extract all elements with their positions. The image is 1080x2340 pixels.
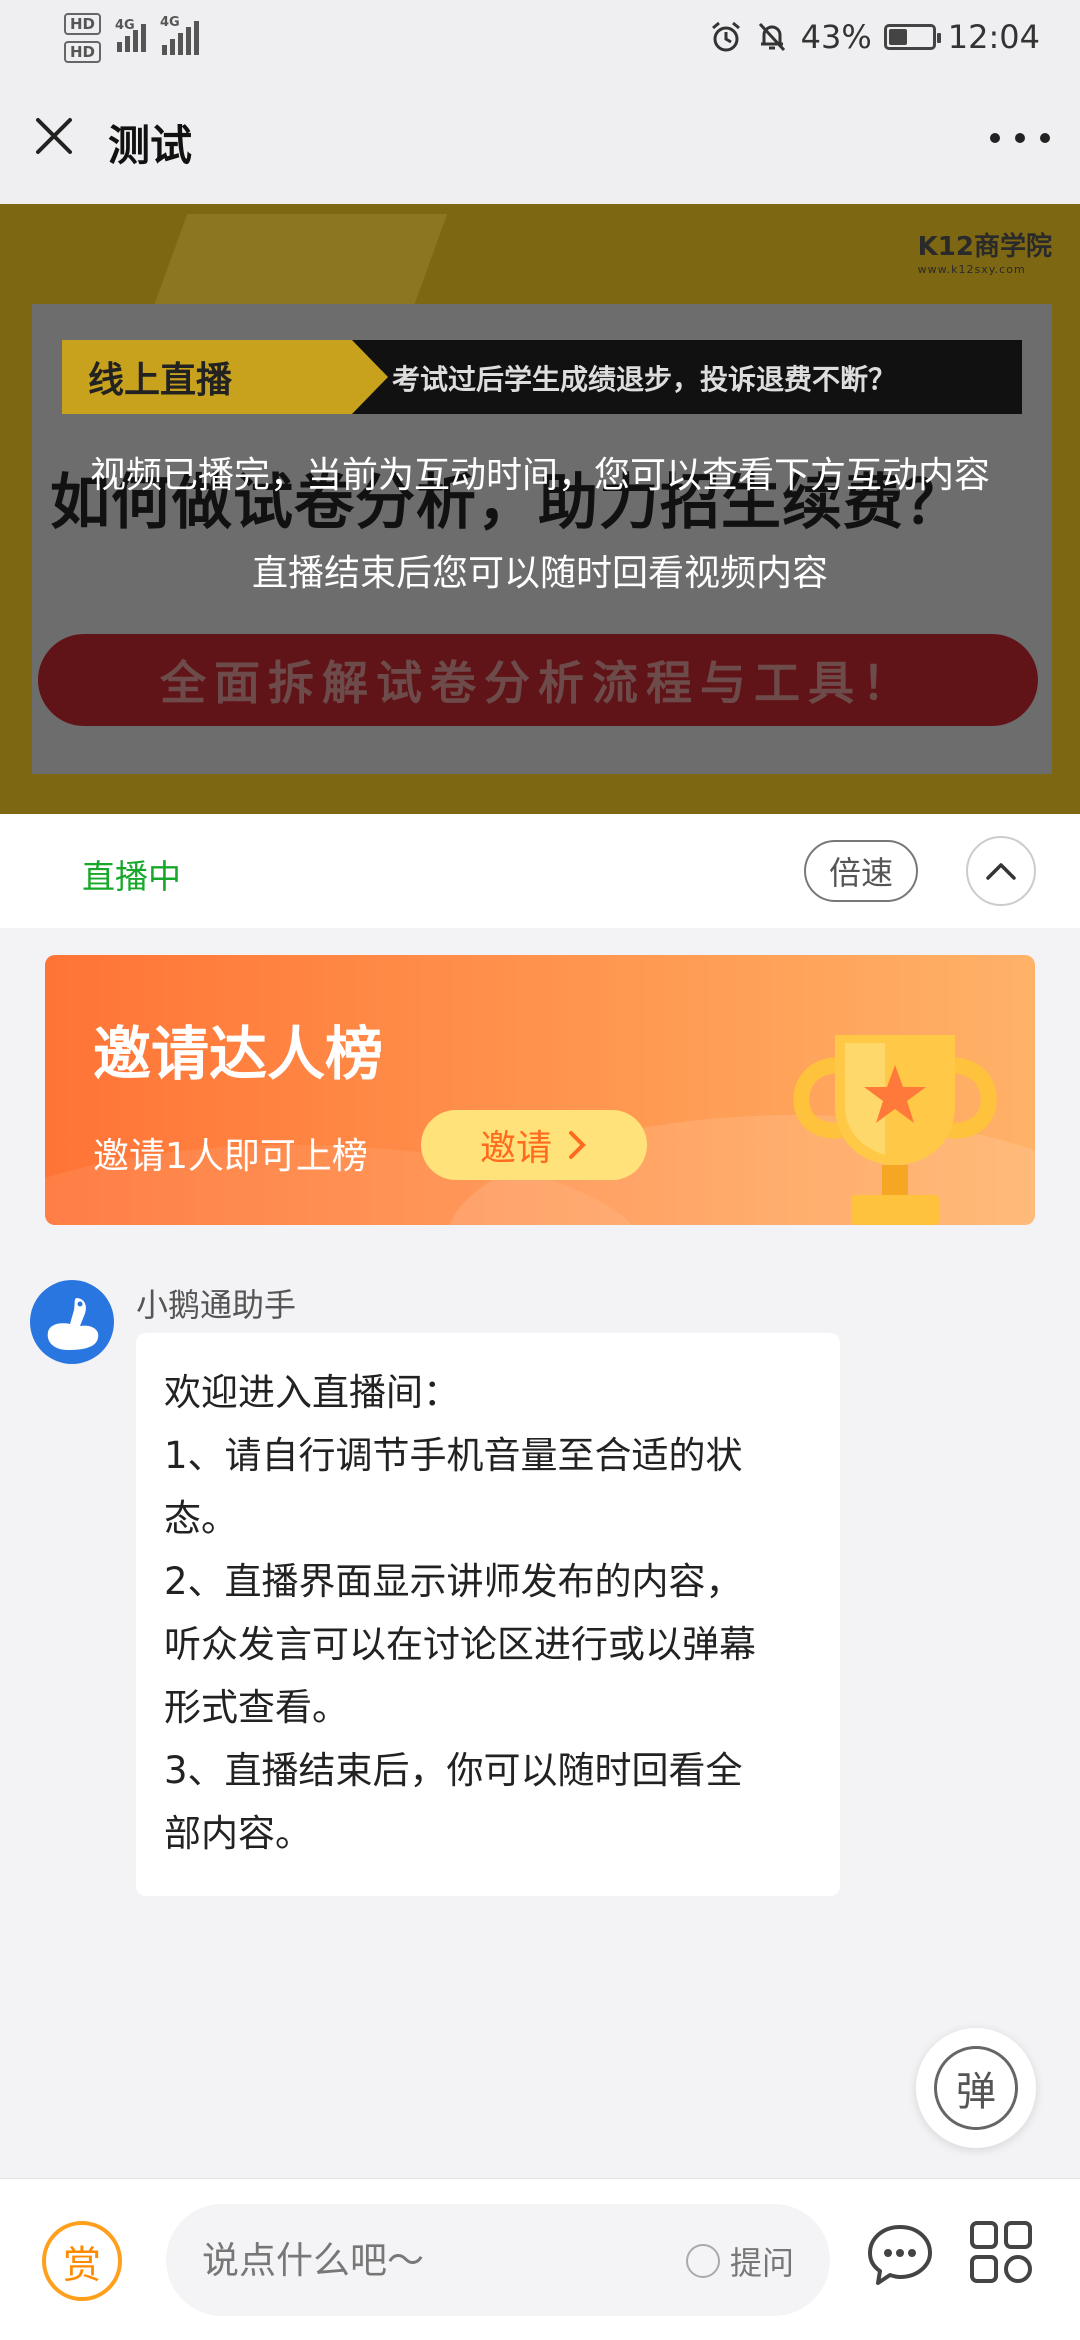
message-line: 听众发言可以在讨论区进行或以弹幕 — [164, 1623, 756, 1666]
status-bar: HD HD 4G 4G 43% 12:04 — [0, 0, 1080, 72]
chat-input-container[interactable]: 提问 — [166, 2204, 830, 2316]
video-ended-message: 视频已播完，当前为互动时间，您可以查看下方互动内容 — [89, 455, 990, 496]
brand-url: www.k12sxy.com — [917, 263, 1026, 276]
avatar[interactable] — [30, 1280, 114, 1364]
invite-button-label: 邀请 — [479, 1128, 552, 1169]
poster-tag: 线上直播 — [62, 340, 388, 414]
alarm-icon — [711, 21, 740, 52]
invite-title: 邀请达人榜 — [93, 1020, 384, 1088]
hd-badge-2: HD — [64, 41, 102, 63]
video-player[interactable]: K12商学院 www.k12sxy.com 线上直播 考试过后学生成绩退步，投诉… — [0, 204, 1080, 814]
speed-button[interactable]: 倍速 — [804, 840, 918, 902]
hd-indicators: HD HD — [64, 13, 102, 63]
chat-input[interactable] — [202, 2232, 622, 2288]
bottom-bar: 赏 提问 — [0, 2178, 1080, 2340]
message-line: 2、直播界面显示讲师发布的内容， — [164, 1560, 743, 1603]
poster-pill: 全面拆解试卷分析流程与工具！ — [38, 634, 1038, 726]
network-type-2: 4G — [160, 15, 180, 30]
hd-badge-1: HD — [64, 13, 102, 35]
status-left: HD HD 4G 4G — [64, 10, 200, 66]
ask-label: 提问 — [730, 2244, 795, 2282]
grid-menu-icon[interactable] — [968, 2219, 1034, 2285]
mute-bell-icon — [758, 22, 785, 52]
message-line: 形式查看。 — [164, 1686, 349, 1729]
goose-avatar-icon — [47, 1298, 99, 1350]
invite-subtitle: 邀请1人即可上榜 — [93, 1136, 368, 1177]
chevron-right-icon — [569, 1131, 586, 1159]
poster-banner: 线上直播 考试过后学生成绩退步，投诉退费不断？ — [62, 340, 1022, 414]
signal-icon: 4G — [115, 18, 147, 52]
page-title: 测试 — [108, 121, 193, 170]
brand-logo: K12商学院 www.k12sxy.com — [918, 226, 1052, 276]
status-right: 43% 12:04 — [709, 14, 1040, 60]
live-status: 直播中 — [82, 857, 181, 896]
battery-percent: 43% — [800, 18, 872, 56]
signal-icon-2: 4G — [160, 15, 200, 55]
ask-radio-icon[interactable] — [686, 2244, 720, 2278]
message-line: 欢迎进入直播间： — [164, 1371, 460, 1414]
collapse-button[interactable] — [966, 836, 1036, 906]
message-line: 1、请自行调节手机音量至合适的状 — [164, 1434, 743, 1477]
replay-hint: 直播结束后您可以随时回看视频内容 — [251, 553, 828, 594]
reward-button[interactable]: 赏 — [42, 2221, 122, 2301]
invite-button[interactable]: 邀请 — [421, 1110, 647, 1180]
danmu-toggle-button[interactable]: 弹 — [916, 2028, 1036, 2148]
poster-subtitle: 考试过后学生成绩退步，投诉退费不断？ — [392, 363, 897, 396]
message-line: 态。 — [164, 1497, 238, 1540]
chevron-up-icon — [986, 863, 1016, 880]
danmu-label: 弹 — [934, 2046, 1018, 2130]
ask-question-toggle[interactable]: 提问 — [686, 2238, 794, 2284]
nav-bar: 测试 — [0, 72, 1080, 204]
chat-bubble-icon[interactable] — [864, 2219, 936, 2291]
more-icon[interactable] — [990, 118, 1050, 158]
close-icon[interactable] — [30, 112, 78, 160]
clock: 12:04 — [947, 18, 1040, 56]
invite-leaderboard-banner[interactable]: 邀请达人榜 邀请1人即可上榜 邀请 — [45, 955, 1035, 1225]
message-line: 3、直播结束后，你可以随时回看全 — [164, 1749, 743, 1792]
brand-name: K12商学院 — [917, 232, 1052, 262]
message-bubble: 欢迎进入直播间： 1、请自行调节手机音量至合适的状 态。 2、直播界面显示讲师发… — [136, 1333, 840, 1896]
video-poster: 线上直播 考试过后学生成绩退步，投诉退费不断？ 如何做试卷分析，助力招生续费？ … — [32, 304, 1052, 774]
trophy-icon — [793, 1035, 997, 1225]
sender-name: 小鹅通助手 — [136, 1286, 297, 1324]
network-type-1: 4G — [115, 18, 135, 33]
message-line: 部内容。 — [164, 1812, 312, 1855]
battery-icon — [883, 24, 941, 50]
live-bar: 直播中 倍速 — [0, 814, 1080, 928]
